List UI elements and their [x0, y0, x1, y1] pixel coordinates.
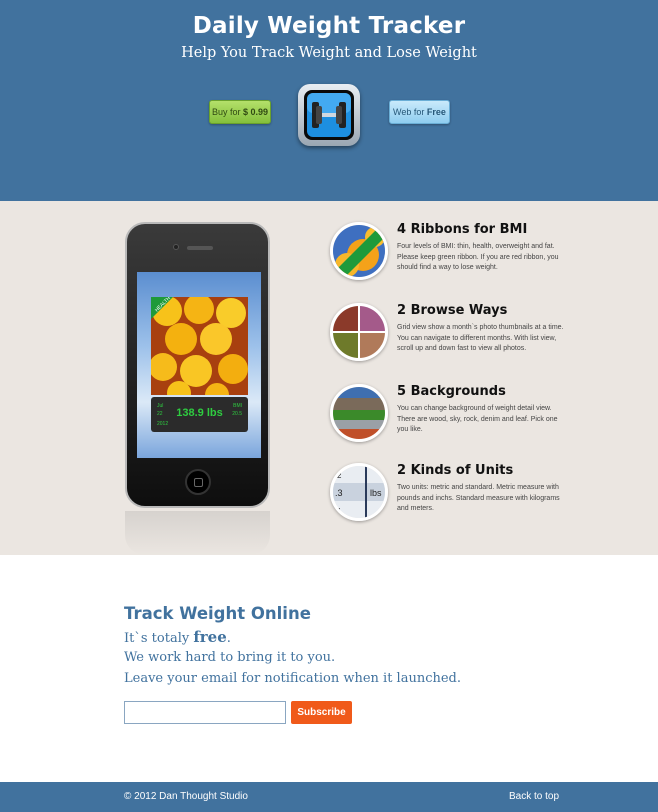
feature-desc: Grid view show a month`s photo thumbnail… [397, 324, 564, 352]
app-title: Daily Weight Tracker [192, 13, 466, 39]
iphone-mockup: HEALTH Jul 22 2012 138.9 lbs BMI 20.5 [125, 222, 270, 508]
copyright-text: © 2012 Dan Thought Studio [124, 791, 248, 802]
email-field[interactable] [124, 701, 286, 724]
oranges-photo: HEALTH [151, 297, 248, 395]
signup-line-work: We work hard to bring it to you. [124, 650, 336, 665]
buy-button[interactable]: Buy for $ 0.99 [209, 100, 271, 124]
phone-reflection [125, 511, 270, 555]
features-section: HEALTH Jul 22 2012 138.9 lbs BMI 20.5 4 … [0, 201, 658, 555]
units-scale-icon: 2 .3 lbs 1 [330, 463, 388, 521]
backgrounds-icon [330, 384, 388, 442]
subscribe-button[interactable]: Subscribe [291, 701, 352, 724]
stat-bmi-value: 20.5 [232, 411, 242, 417]
camera-icon [173, 244, 179, 250]
ribbon-oranges-icon [330, 222, 388, 280]
signup-free-word: free [193, 628, 227, 646]
feature-desc: You can change background of weight deta… [397, 405, 558, 433]
feature-title: 5 Backgrounds [397, 384, 506, 399]
stat-year: 2012 [157, 421, 169, 427]
feature-desc: Two units: metric and standard. Metric m… [397, 484, 560, 512]
web-button[interactable]: Web for Free [389, 100, 450, 124]
web-price: Free [426, 107, 446, 117]
units-icon-decimal: .3 [335, 488, 343, 498]
units-icon-num-1: 1 [337, 507, 342, 516]
app-subtitle: Help You Track Weight and Lose Weight [181, 45, 477, 61]
header-hero: Daily Weight Tracker Help You Track Weig… [0, 0, 658, 201]
signup-free-suffix: . [226, 631, 231, 646]
feature-title: 4 Ribbons for BMI [397, 222, 528, 237]
signup-title: Track Weight Online [124, 604, 311, 623]
feature-title: 2 Kinds of Units [397, 463, 514, 478]
back-to-top-link[interactable]: Back to top [509, 791, 559, 802]
signup-free-prefix: It`s totaly [124, 631, 194, 646]
dumbbell-app-icon [298, 84, 360, 146]
photo-grid-icon [330, 303, 388, 361]
feature-desc: Four levels of BMI: thin, health, overwe… [397, 243, 559, 271]
feature-units: 2 .3 lbs 1 2 Kinds of Units Two units: m… [330, 463, 570, 533]
feature-backgrounds: 5 Backgrounds You can change background … [330, 384, 570, 454]
signup-line-free: It`s totaly free. [124, 628, 231, 646]
signup-line-email: Leave your email for notification when i… [124, 671, 462, 686]
buy-label: Buy for [211, 107, 241, 117]
units-icon-lbs: lbs [370, 488, 382, 498]
weight-stat-box: Jul 22 2012 138.9 lbs BMI 20.5 [151, 397, 248, 432]
home-button-icon [185, 469, 211, 495]
feature-browse: 2 Browse Ways Grid view show a month`s p… [330, 303, 570, 373]
buy-price: $ 0.99 [243, 107, 269, 117]
phone-screen: HEALTH Jul 22 2012 138.9 lbs BMI 20.5 [137, 272, 261, 458]
stat-bmi-label: BMI [233, 403, 242, 409]
units-icon-num-2: 2 [337, 471, 342, 480]
web-label: Web for [393, 107, 425, 117]
feature-ribbons: 4 Ribbons for BMI Four levels of BMI: th… [330, 222, 570, 292]
speaker-grill [187, 246, 213, 250]
feature-title: 2 Browse Ways [397, 303, 508, 318]
footer: © 2012 Dan Thought Studio Back to top [0, 782, 658, 812]
